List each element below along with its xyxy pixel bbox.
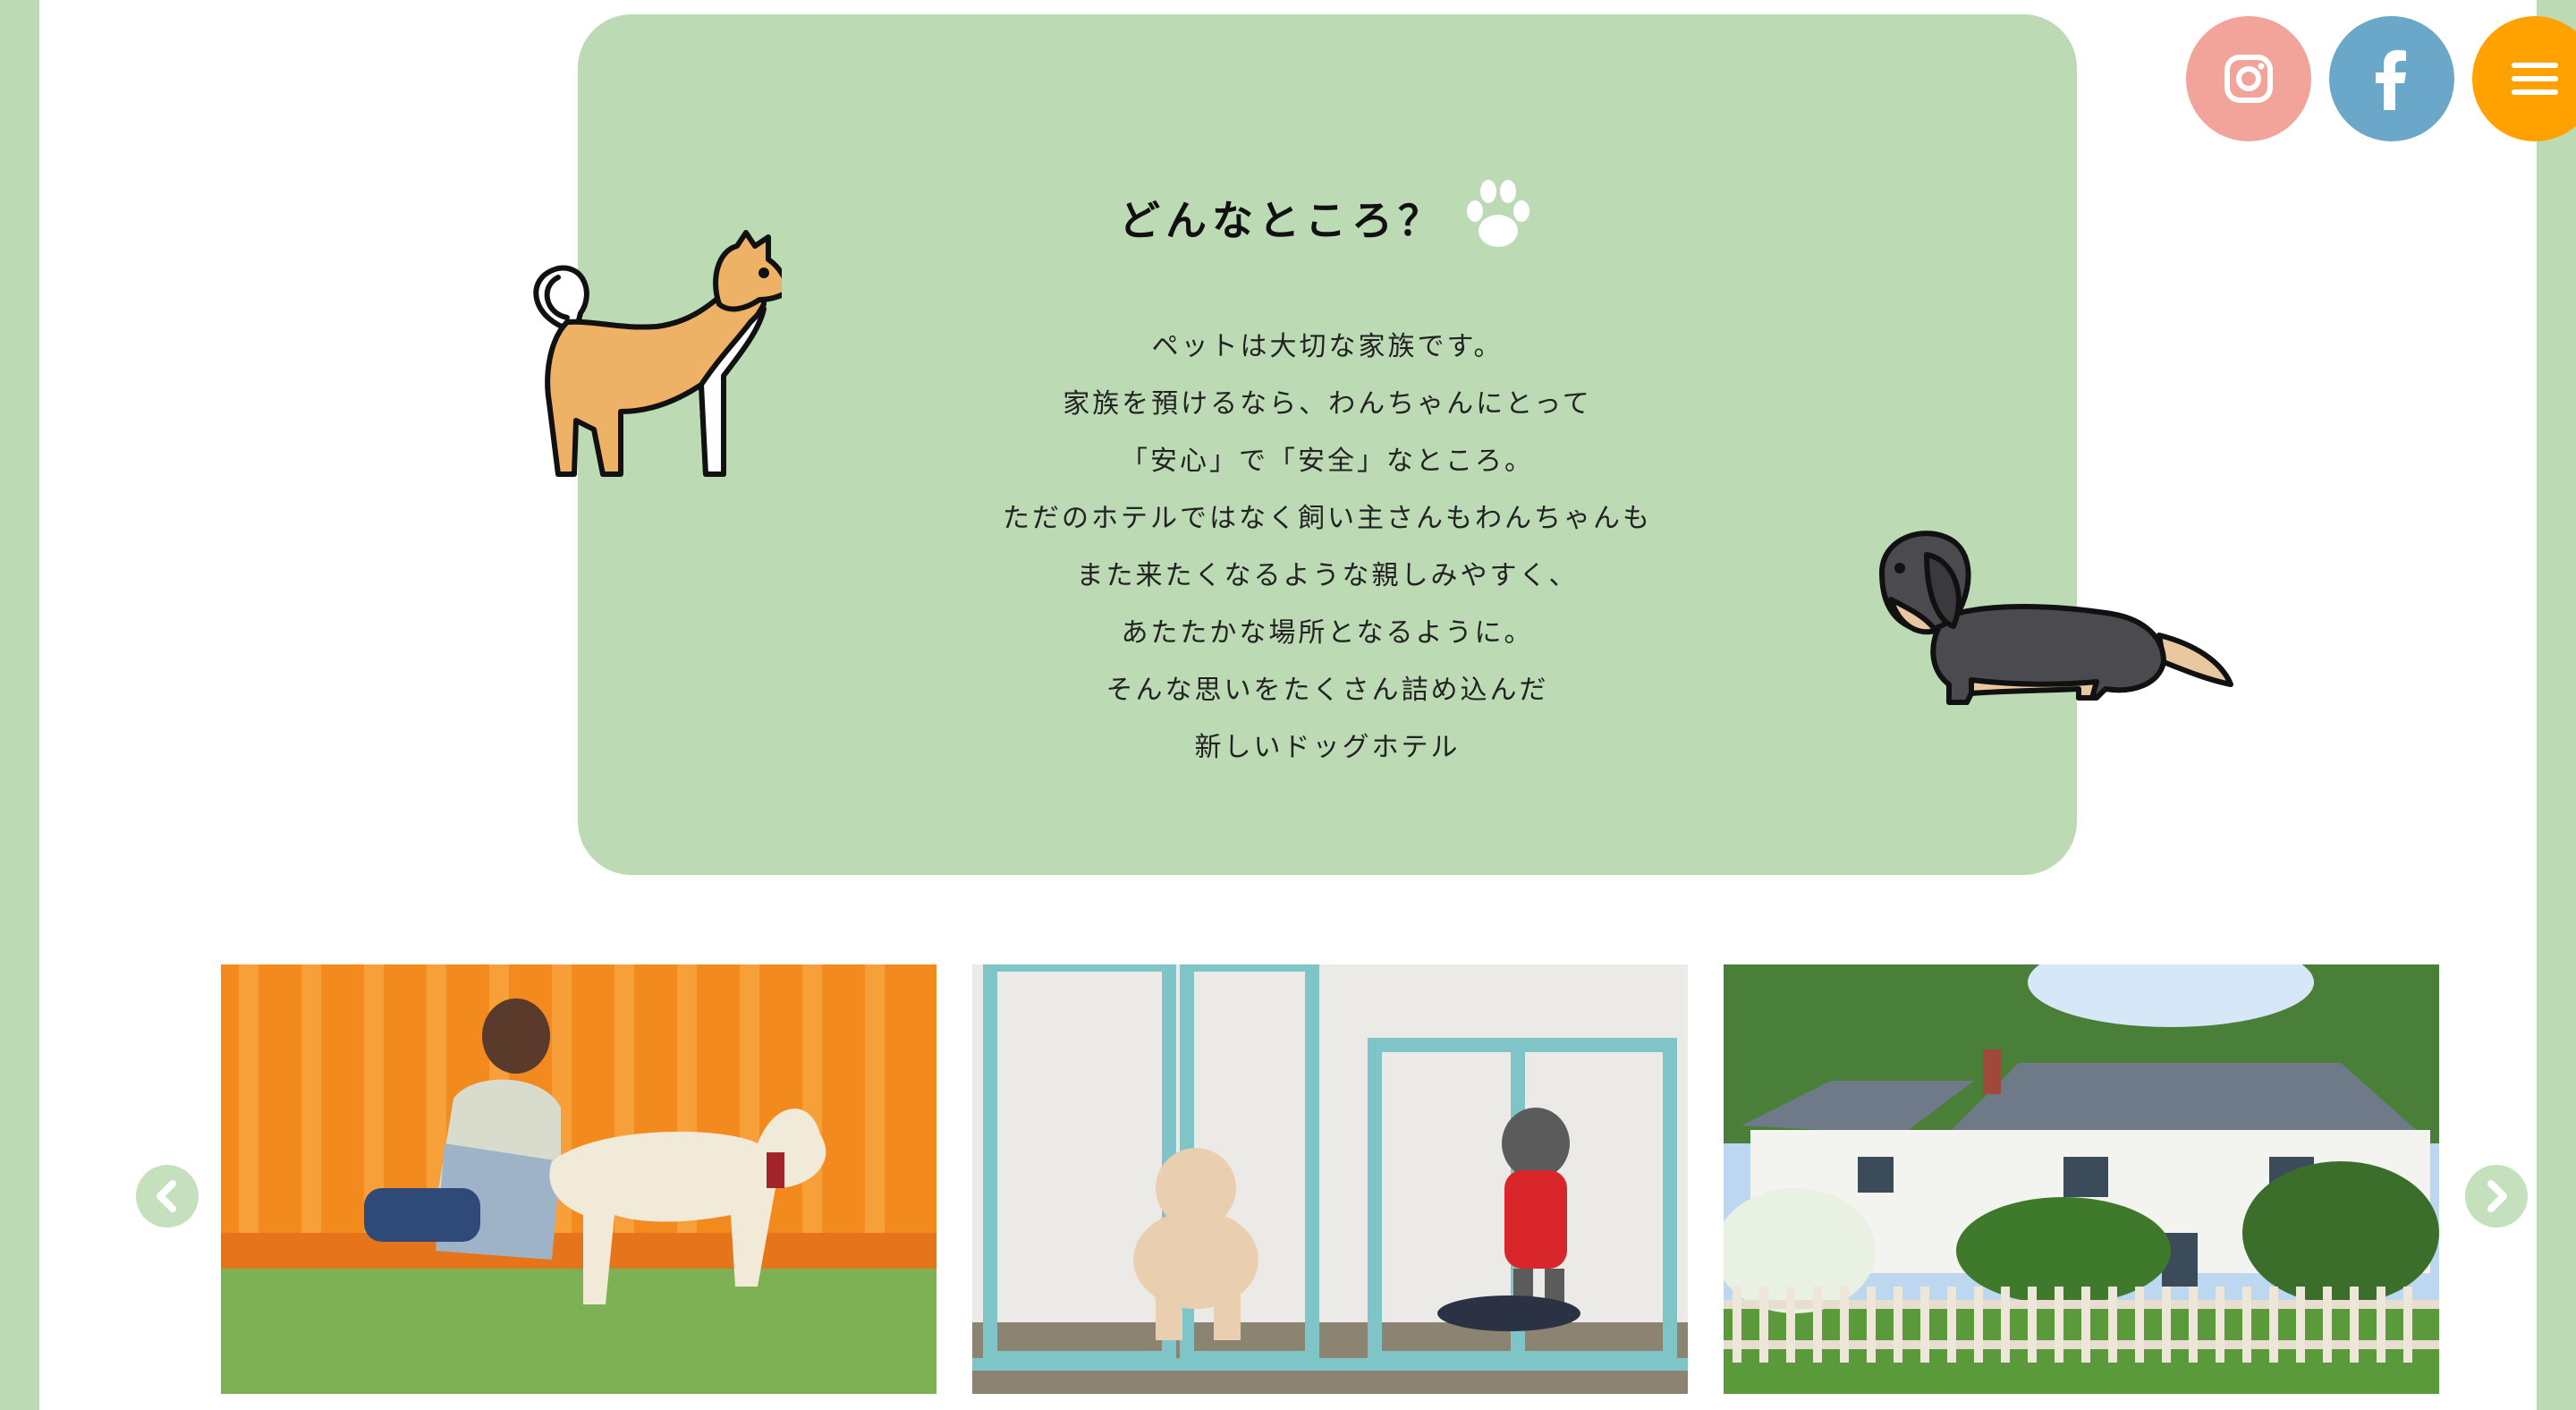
facebook-button[interactable]	[2329, 16, 2454, 141]
about-heading: どんなところ？	[578, 180, 2077, 265]
house-with-garden-image	[1724, 964, 2439, 1394]
gallery-photo-house[interactable]	[1724, 964, 2439, 1394]
about-line: また来たくなるような親しみやすく、	[1076, 560, 1579, 591]
about-line: 家族を預けるなら、わんちゃんにとって	[1063, 388, 1592, 420]
dachshund-dog-icon	[1879, 531, 2233, 705]
about-text: ペットは大切な家族です。 家族を預けるなら、わんちゃんにとって 「安心」で「安全…	[578, 319, 2077, 777]
woman-brushing-dog-image	[221, 964, 936, 1394]
about-heading-text: どんなところ？	[1118, 196, 1445, 245]
instagram-icon	[2224, 55, 2273, 103]
chevron-left-icon	[157, 1180, 176, 1212]
shiba-dog-icon	[533, 230, 782, 477]
menu-button[interactable]	[2472, 16, 2576, 141]
about-line: そんな思いをたくさん詰め込んだ	[1106, 675, 1549, 706]
about-line: 新しいドッグホテル	[1194, 732, 1461, 763]
about-line: ただのホテルではなく飼い主さんもわんちゃんも	[1003, 503, 1652, 534]
page: どんなところ？ ペットは大切な家族です。 家族を預けるなら、わんちゃんにとって …	[39, 0, 2576, 1410]
instagram-button[interactable]	[2186, 16, 2311, 141]
hamburger-menu-icon	[2512, 63, 2558, 95]
gallery-prev-button[interactable]	[136, 1165, 199, 1227]
about-card: どんなところ？ ペットは大切な家族です。 家族を預けるなら、わんちゃんにとって …	[578, 14, 2077, 875]
dog-kennel-rooms-image	[972, 964, 1688, 1394]
about-line: あたたかな場所となるように。	[1121, 617, 1534, 649]
about-line: 「安心」で「安全」なところ。	[1121, 446, 1534, 477]
gallery-next-button[interactable]	[2465, 1165, 2528, 1227]
chevron-right-icon	[2487, 1180, 2507, 1212]
gallery-photo-kennels[interactable]	[972, 964, 1688, 1394]
facebook-icon	[2376, 50, 2406, 110]
paw-icon	[1467, 180, 1530, 248]
gallery-photo-grooming[interactable]	[221, 964, 936, 1394]
about-line: ペットは大切な家族です。	[1151, 331, 1504, 362]
